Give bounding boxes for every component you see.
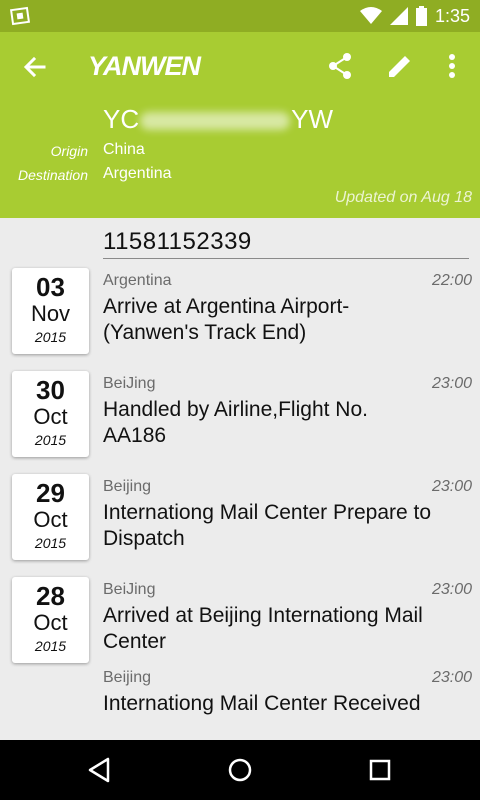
date-month: Oct: [33, 507, 68, 532]
updated-text: Updated on Aug 18: [334, 189, 472, 206]
origin-label: Origin: [50, 143, 88, 159]
date-year: 2015: [34, 432, 67, 448]
event-location: BeiJing: [103, 581, 156, 598]
event-location: BeiJing: [103, 375, 156, 392]
tracking-code: YC YW: [103, 104, 333, 135]
edit-icon[interactable]: [382, 48, 418, 84]
event-description: Internationg Mail Center Prepare to Disp…: [103, 501, 432, 550]
event-description: Arrived at Beijing Internationg Mail Cen…: [103, 604, 423, 653]
tracking-number[interactable]: 11581152339: [103, 228, 469, 259]
event-description: Internationg Mail Center Received: [103, 692, 421, 715]
system-nav-bar: [0, 740, 480, 800]
back-arrow-icon[interactable]: [18, 50, 52, 84]
wifi-icon: [359, 7, 382, 24]
date-year: 2015: [34, 535, 67, 551]
event-time: 22:00: [431, 272, 472, 289]
app-bar: YANWEN YC YW Origin China Destination Arg…: [0, 32, 480, 218]
event-time: 23:00: [431, 375, 472, 392]
tracking-code-prefix: YC: [103, 104, 140, 134]
status-bar: 1:35: [0, 0, 480, 32]
date-day: 30: [36, 375, 65, 405]
status-time: 1:35: [434, 5, 470, 26]
signal-icon: [389, 7, 408, 25]
date-day: 29: [36, 478, 65, 508]
nav-home-icon[interactable]: [224, 754, 256, 786]
origin-value: China: [103, 141, 145, 158]
date-month: Oct: [33, 610, 68, 635]
event-location: Beijing: [103, 478, 152, 495]
event-time: 23:00: [431, 581, 472, 598]
nav-recents-icon[interactable]: [364, 754, 396, 786]
date-badge: 30 Oct 2015: [12, 371, 89, 457]
more-vert-icon[interactable]: [434, 48, 470, 84]
date-year: 2015: [34, 329, 67, 345]
date-day: 03: [36, 272, 65, 302]
battery-icon: [415, 6, 427, 26]
date-badge: 03 Nov 2015: [12, 268, 89, 354]
share-icon[interactable]: [322, 48, 358, 84]
destination-label: Destination: [17, 167, 88, 183]
nav-back-icon[interactable]: [84, 754, 116, 786]
date-month: Oct: [33, 404, 68, 429]
event-location: Argentina: [103, 272, 172, 289]
yanwen-logo: YANWEN: [88, 51, 201, 81]
tracking-code-suffix: YW: [291, 104, 334, 134]
date-badge: 29 Oct 2015: [12, 474, 89, 560]
date-day: 28: [36, 581, 65, 611]
redacted-block: [140, 112, 291, 131]
app-notification-icon: [10, 6, 31, 26]
date-month: Nov: [30, 301, 71, 326]
destination-value: Argentina: [103, 165, 172, 182]
event-time: 23:00: [431, 478, 472, 495]
date-year: 2015: [34, 638, 67, 654]
event-description: Handled by Airline,Flight No. AA186: [103, 398, 368, 447]
event-location: Beijing: [103, 669, 152, 686]
event-time: 23:00: [431, 669, 472, 686]
date-badge: 28 Oct 2015: [12, 577, 89, 663]
event-description: Arrive at Argentina Airport-(Yanwen's Tr…: [103, 295, 350, 344]
